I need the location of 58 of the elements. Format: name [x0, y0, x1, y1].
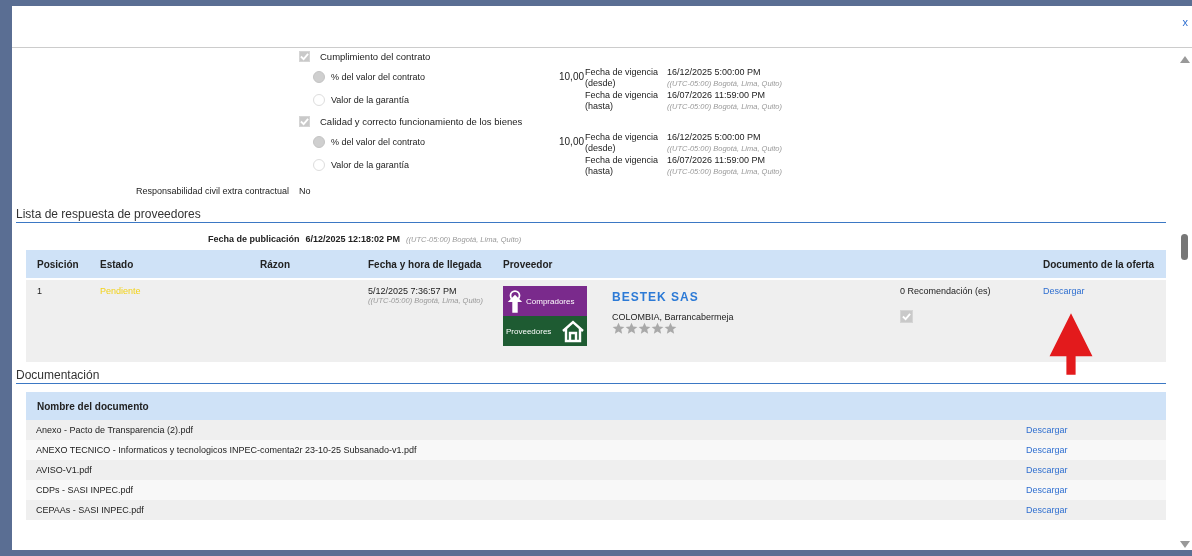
scrollbar-thumb[interactable] — [1181, 234, 1188, 260]
field-label: Responsabilidad civil extra contractual — [134, 186, 290, 196]
download-link[interactable]: Descargar — [1026, 445, 1166, 455]
section-heading: Documentación — [16, 368, 1166, 384]
field-value: 6/12/2025 12:18:02 PM — [305, 234, 401, 244]
table-cell-text: 1 — [37, 285, 43, 298]
validity-date: 16/07/2026 11:59:00 PM — [667, 90, 766, 101]
recommendation-count: 0 Recomendación (es) — [900, 286, 992, 296]
download-link[interactable]: Descargar — [1043, 286, 1085, 296]
option-label: Valor de la garantía — [331, 159, 409, 170]
field-label: Fecha de publicación — [208, 234, 300, 244]
document-name: CDPs - SASI INPEC.pdf — [36, 485, 134, 495]
validity-label: Fecha de vigencia (hasta) — [585, 155, 660, 177]
download-link[interactable]: Descargar — [1026, 425, 1166, 435]
guarantee-value: 10,00 — [559, 70, 585, 82]
validity-label: Fecha de vigencia (desde) — [585, 132, 660, 154]
column-header: Nombre del documento — [37, 400, 149, 412]
column-header: Rázon — [260, 258, 291, 270]
column-header: Documento de la oferta — [1043, 258, 1156, 270]
document-name: CEPAAs - SASI INPEC.pdf — [36, 505, 144, 515]
download-link[interactable]: Descargar — [1026, 485, 1166, 495]
scroll-down-icon[interactable] — [1180, 541, 1190, 548]
guarantee-name: Calidad y correcto funcionamiento de los bienes — [320, 116, 523, 127]
checkbox[interactable] — [299, 116, 310, 127]
provider-location: COLOMBIA, Barrancabermeja — [612, 312, 734, 322]
column-header: Fecha y hora de llegada — [368, 258, 483, 270]
scroll-up-icon[interactable] — [1180, 56, 1190, 63]
document-name: Anexo - Pacto de Transparencia (2).pdf — [36, 425, 194, 435]
radio-button[interactable] — [313, 70, 325, 83]
column-header: Estado — [100, 258, 135, 270]
field-value: No — [299, 186, 311, 196]
close-button[interactable]: x — [1182, 6, 1192, 28]
guarantee-name: Cumplimiento del contrato — [320, 51, 431, 62]
document-name: AVISO-V1.pdf — [36, 465, 92, 475]
provider-link[interactable]: BESTEK SAS — [612, 290, 734, 304]
radio-button[interactable] — [313, 93, 325, 106]
option-label: % del valor del contrato — [331, 71, 426, 82]
radio-button[interactable] — [313, 135, 325, 148]
validity-label: Fecha de vigencia (hasta) — [585, 90, 660, 112]
checkbox[interactable] — [900, 310, 913, 323]
arrival-date: 5/12/2025 7:36:57 PM — [368, 286, 458, 296]
option-label: % del valor del contrato — [331, 136, 426, 147]
download-link[interactable]: Descargar — [1026, 465, 1166, 475]
logo-drawing: Compradores Proveedores — [503, 286, 587, 346]
guarantee-value: 10,00 — [559, 135, 585, 147]
validity-label: Fecha de vigencia (desde) — [585, 67, 660, 89]
status-text: Pendiente — [100, 285, 142, 298]
section-heading: Lista de respuesta de proveedores — [16, 207, 1166, 223]
radio-button[interactable] — [313, 158, 325, 171]
column-header: Posición — [37, 258, 80, 270]
validity-date: 16/12/2025 5:00:00 PM — [667, 67, 762, 78]
validity-date: 16/07/2026 11:59:00 PM — [667, 155, 766, 166]
validity-date: 16/12/2025 5:00:00 PM — [667, 132, 762, 143]
column-header: Proveedor — [503, 258, 554, 270]
download-link[interactable]: Descargar — [1026, 505, 1166, 515]
option-label: Valor de la garantía — [331, 94, 409, 105]
document-name: ANEXO TECNICO - Informaticos y tecnologicos INPEC-comenta2r 23-10-25 Subsanado-v1.pdf — [36, 445, 417, 455]
checkbox[interactable] — [299, 51, 310, 62]
